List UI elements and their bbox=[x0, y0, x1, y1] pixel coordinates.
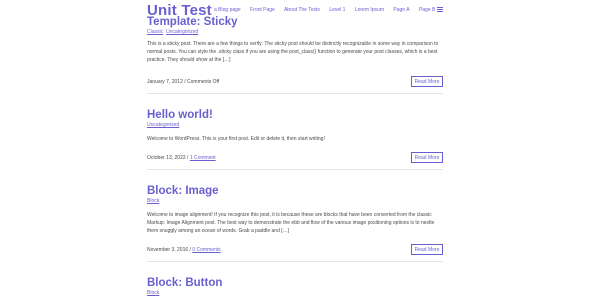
nav-item-level-1[interactable]: Level 1 bbox=[329, 7, 345, 13]
read-more-button[interactable]: Read More bbox=[411, 152, 443, 163]
post-excerpt: This is a sticky post. There are a few t… bbox=[147, 41, 439, 63]
nav-item-about-the-tests[interactable]: About The Tests bbox=[284, 7, 320, 13]
post-meta: January 7, 2012 / Comments Off bbox=[147, 79, 220, 85]
post-date[interactable]: October 13, 2022 bbox=[147, 155, 186, 161]
post-categories: Classic Uncategorized bbox=[147, 29, 443, 35]
post-comments: Comments Off bbox=[187, 79, 220, 85]
nav-item-blog-page[interactable]: a Blog page bbox=[214, 7, 241, 13]
post-categories: Uncategorized bbox=[147, 122, 443, 128]
post-title[interactable]: Block: Image bbox=[147, 185, 443, 198]
post-excerpt: Welcome to image alignment! If you recog… bbox=[147, 212, 435, 234]
category-link[interactable]: Block bbox=[147, 290, 159, 296]
post-sticky: Template: Sticky Classic Uncategorized Th… bbox=[147, 16, 443, 96]
menu-icon[interactable] bbox=[437, 7, 443, 12]
nav-item-page-a[interactable]: Page A bbox=[393, 7, 409, 13]
primary-nav: a Blog page Front Page About The Tests L… bbox=[214, 7, 443, 13]
divider bbox=[147, 261, 443, 262]
category-link[interactable]: Uncategorized bbox=[166, 29, 198, 35]
divider bbox=[147, 169, 443, 170]
post-categories: Block bbox=[147, 290, 443, 296]
post-title[interactable]: Block: Button bbox=[147, 277, 443, 290]
post-date[interactable]: November 3, 2016 bbox=[147, 247, 188, 253]
nav-item-front-page[interactable]: Front Page bbox=[250, 7, 275, 13]
post-comments-link[interactable]: 1 Comment bbox=[190, 155, 216, 161]
divider bbox=[147, 93, 443, 94]
post-categories: Block bbox=[147, 198, 443, 204]
post-excerpt: Welcome to WordPress. This is your first… bbox=[147, 136, 325, 142]
category-link[interactable]: Classic bbox=[147, 29, 163, 35]
post-comments-link[interactable]: 0 Comments bbox=[192, 247, 220, 253]
category-link[interactable]: Block bbox=[147, 198, 159, 204]
post-block-image: Block: Image Block Welcome to image alig… bbox=[147, 185, 443, 265]
post-title[interactable]: Template: Sticky bbox=[147, 16, 443, 29]
post-meta: November 3, 2016 / 0 Comments bbox=[147, 247, 221, 253]
post-hello-world: Hello world! Uncategorized Welcome to Wo… bbox=[147, 109, 443, 170]
nav-item-lorem-ipsum[interactable]: Lorem Ipsum bbox=[355, 7, 384, 13]
post-title[interactable]: Hello world! bbox=[147, 109, 443, 122]
category-link[interactable]: Uncategorized bbox=[147, 122, 179, 128]
nav-item-page-b[interactable]: Page B bbox=[419, 7, 435, 13]
post-block-button: Block: Button Block bbox=[147, 277, 443, 300]
read-more-button[interactable]: Read More bbox=[411, 76, 443, 87]
post-meta: October 13, 2022 / 1 Comment bbox=[147, 155, 216, 161]
post-date[interactable]: January 7, 2012 bbox=[147, 79, 183, 85]
read-more-button[interactable]: Read More bbox=[411, 244, 443, 255]
